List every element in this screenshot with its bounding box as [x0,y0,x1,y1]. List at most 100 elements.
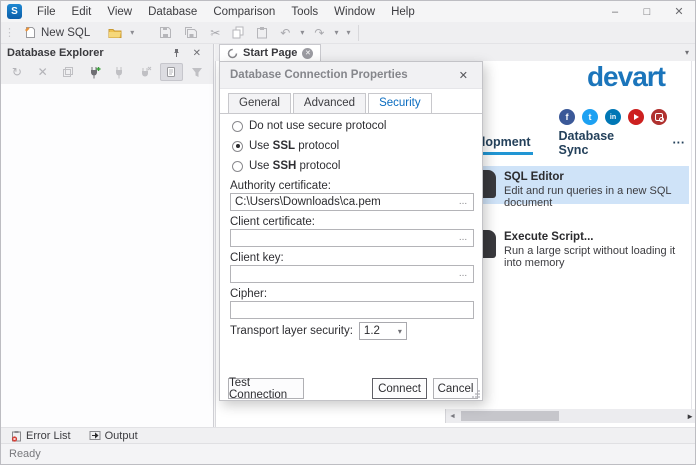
refresh-icon[interactable]: ↻ [5,63,29,81]
client-certificate-browse-button[interactable]: ... [457,232,469,243]
scroll-right-icon[interactable]: ► [683,412,695,421]
filter-icon[interactable] [185,63,209,81]
explorer-close-icon[interactable]: ✕ [187,48,207,59]
tls-caret-icon: ▾ [397,326,402,336]
test-connection-button[interactable]: Test Connection [228,377,304,401]
output-tab[interactable]: Output [89,430,138,442]
document-tab-strip: Start Page ✕ ▾ [215,44,695,61]
copy-icon[interactable] [226,24,250,41]
tab-more[interactable]: ··· [671,133,688,153]
twitter-glyph: t [588,112,592,122]
client-certificate-input[interactable] [230,229,474,247]
bottom-panel-tabs: Error List Output [1,427,695,443]
explorer-toolbar: ↻ ✕ [1,62,213,82]
redo-caret-icon[interactable]: ▾ [330,28,342,37]
tab-start-page[interactable]: Start Page ✕ [219,44,322,61]
authority-browse-button[interactable]: ... [457,196,469,207]
explorer-tree-area[interactable] [1,84,213,429]
scroll-left-icon[interactable]: ◄ [446,413,459,420]
disconnect-icon[interactable] [134,63,158,81]
connect-icon[interactable] [108,63,132,81]
cut-icon[interactable]: ✂ [204,24,226,42]
execute-script-item[interactable]: Execute Script... Run a large script wit… [462,226,689,269]
devart-logo: devart [586,61,666,92]
dialog-close-icon[interactable]: ✕ [455,67,472,84]
menu-comparison[interactable]: Comparison [205,3,283,21]
tab-security[interactable]: Security [368,93,432,113]
facebook-icon[interactable]: f [559,109,575,125]
tab-advanced[interactable]: Advanced [292,93,367,113]
undo-icon[interactable]: ↶ [274,24,296,42]
instagram-glyph [655,113,664,122]
tab-database-sync[interactable]: Database Sync [557,126,647,160]
pin-icon[interactable] [166,48,187,58]
save-icon[interactable] [153,24,178,41]
toolbar-grip-icon[interactable]: ⋮ [4,26,15,39]
horizontal-scrollbar[interactable]: ◄ ► [445,409,695,423]
maximize-button[interactable]: □ [631,1,663,22]
app-logo-icon: S [7,4,22,19]
menu-tools[interactable]: Tools [283,3,326,21]
new-sql-button[interactable]: New SQL [19,24,95,41]
output-icon [89,430,101,441]
twitter-icon[interactable]: t [582,109,598,125]
tls-row: Transport layer security: 1.2 ▾ [230,322,407,340]
client-key-input[interactable] [230,265,474,283]
menu-file[interactable]: File [29,3,64,21]
youtube-icon[interactable] [628,109,644,125]
save-all-icon[interactable] [178,24,204,41]
dialog-header[interactable]: Database Connection Properties ✕ [220,62,482,89]
scrollbar-thumb[interactable] [460,411,559,421]
client-key-browse-button[interactable]: ... [457,268,469,279]
paste-icon[interactable] [250,24,274,41]
radio-no-secure-label: Do not use secure protocol [249,120,387,132]
app-window: S File Edit View Database Comparison Too… [0,0,696,465]
radio-no-secure-circle[interactable] [232,120,243,132]
open-caret-icon: ▾ [130,28,135,37]
undo-caret-icon[interactable]: ▾ [296,28,308,37]
radio-ssh[interactable]: Use SSH protocol [232,160,340,172]
toolbar-extra-caret-icon[interactable]: ▾ [342,28,354,37]
radio-ssl[interactable]: Use SSL protocol [232,140,339,152]
error-list-tab[interactable]: Error List [11,430,71,442]
tls-select[interactable]: 1.2 ▾ [358,322,407,340]
redo-icon[interactable]: ↷ [308,24,330,42]
tab-general[interactable]: General [228,93,291,113]
open-file-button[interactable]: ▾ [103,25,143,41]
show-document-icon[interactable] [159,63,184,81]
tab-strip-caret-icon[interactable]: ▾ [685,48,689,57]
tls-value: 1.2 [363,325,380,337]
tab-start-page-label: Start Page [243,47,298,59]
delete-icon[interactable]: ✕ [31,63,55,81]
output-label: Output [104,429,138,442]
menu-database[interactable]: Database [140,3,205,21]
duplicate-icon[interactable] [57,63,81,81]
dialog-tabs: General Advanced Security [228,93,434,113]
document-area: Start Page ✕ ▾ devart f t in velopment D… [215,44,695,429]
connect-button[interactable]: Connect [372,378,427,399]
minimize-button[interactable]: – [599,1,631,22]
new-sql-icon [24,26,37,39]
radio-ssh-circle[interactable] [232,160,243,172]
close-button[interactable]: ✕ [663,1,695,22]
new-connection-icon[interactable] [82,63,106,81]
linkedin-glyph: in [609,113,617,121]
menu-view[interactable]: View [99,3,140,21]
facebook-glyph: f [565,112,569,122]
menu-help[interactable]: Help [383,3,423,21]
client-certificate-label: Client certificate: [230,216,316,228]
status-text: Ready [9,448,41,460]
open-folder-icon [108,27,122,39]
linkedin-icon[interactable]: in [605,109,621,125]
dialog-resize-grip[interactable] [472,390,480,398]
cipher-input[interactable] [230,301,474,319]
menu-edit[interactable]: Edit [64,3,100,21]
start-page-tabs: velopment Database Sync ··· [466,129,688,157]
instagram-icon[interactable] [651,109,667,125]
sql-editor-item[interactable]: SQL Editor Edit and run queries in a new… [462,166,689,209]
authority-certificate-input[interactable] [230,193,474,211]
tab-close-icon[interactable]: ✕ [302,47,314,59]
radio-no-secure[interactable]: Do not use secure protocol [232,120,386,132]
menu-window[interactable]: Window [326,3,383,21]
radio-ssl-circle[interactable] [232,140,243,152]
